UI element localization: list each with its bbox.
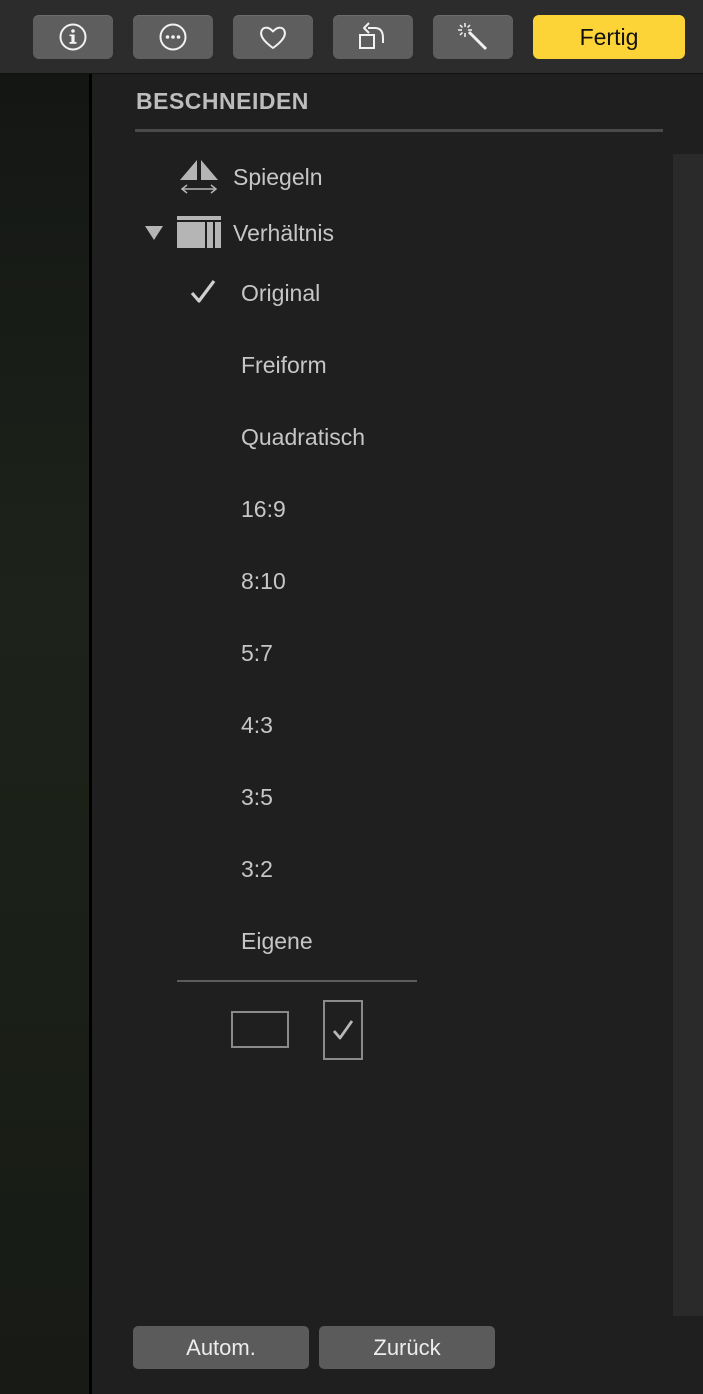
rotate-icon bbox=[359, 22, 384, 49]
section-divider bbox=[135, 129, 663, 132]
disclosure-triangle-icon[interactable] bbox=[145, 226, 163, 240]
done-button[interactable]: Fertig bbox=[533, 15, 685, 59]
enhance-button[interactable] bbox=[433, 15, 513, 59]
ratio-8-10[interactable]: 8:10 bbox=[241, 568, 286, 595]
reset-button[interactable]: Zurück bbox=[319, 1326, 495, 1369]
ratio-divider bbox=[177, 980, 417, 982]
more-icon bbox=[159, 23, 187, 51]
magic-wand-icon bbox=[458, 23, 488, 51]
portrait-orientation-button[interactable] bbox=[323, 1000, 363, 1060]
ratio-freeform[interactable]: Freiform bbox=[241, 352, 327, 379]
favorite-button[interactable] bbox=[233, 15, 313, 59]
aspect-label: Verhältnis bbox=[233, 220, 335, 246]
heart-icon bbox=[260, 26, 286, 49]
ratio-original[interactable]: Original bbox=[241, 280, 320, 307]
section-title: BESCHNEIDEN bbox=[136, 88, 309, 114]
checkmark-icon bbox=[190, 280, 216, 303]
landscape-orientation-button[interactable] bbox=[231, 1011, 289, 1048]
ratio-4-3[interactable]: 4:3 bbox=[241, 712, 273, 739]
photo-preview[interactable] bbox=[0, 74, 89, 1394]
ratio-3-2[interactable]: 3:2 bbox=[241, 856, 273, 883]
ratio-5-7[interactable]: 5:7 bbox=[241, 640, 273, 667]
rotate-button[interactable] bbox=[333, 15, 413, 59]
flip-label: Spiegeln bbox=[233, 164, 323, 190]
auto-button[interactable]: Autom. bbox=[133, 1326, 309, 1369]
flip-icon bbox=[180, 160, 218, 194]
scrollbar[interactable] bbox=[673, 154, 703, 1316]
checkmark-icon bbox=[332, 1020, 354, 1040]
ratio-16-9[interactable]: 16:9 bbox=[241, 496, 286, 523]
ratio-3-5[interactable]: 3:5 bbox=[241, 784, 273, 811]
aspect-ratio-icon bbox=[177, 216, 221, 248]
ratio-square[interactable]: Quadratisch bbox=[241, 424, 365, 451]
more-button[interactable] bbox=[133, 15, 213, 59]
ratio-custom[interactable]: Eigene bbox=[241, 928, 313, 955]
toolbar: Fertig bbox=[0, 0, 703, 74]
info-icon bbox=[59, 23, 87, 51]
info-button[interactable] bbox=[33, 15, 113, 59]
crop-panel bbox=[92, 74, 703, 1394]
